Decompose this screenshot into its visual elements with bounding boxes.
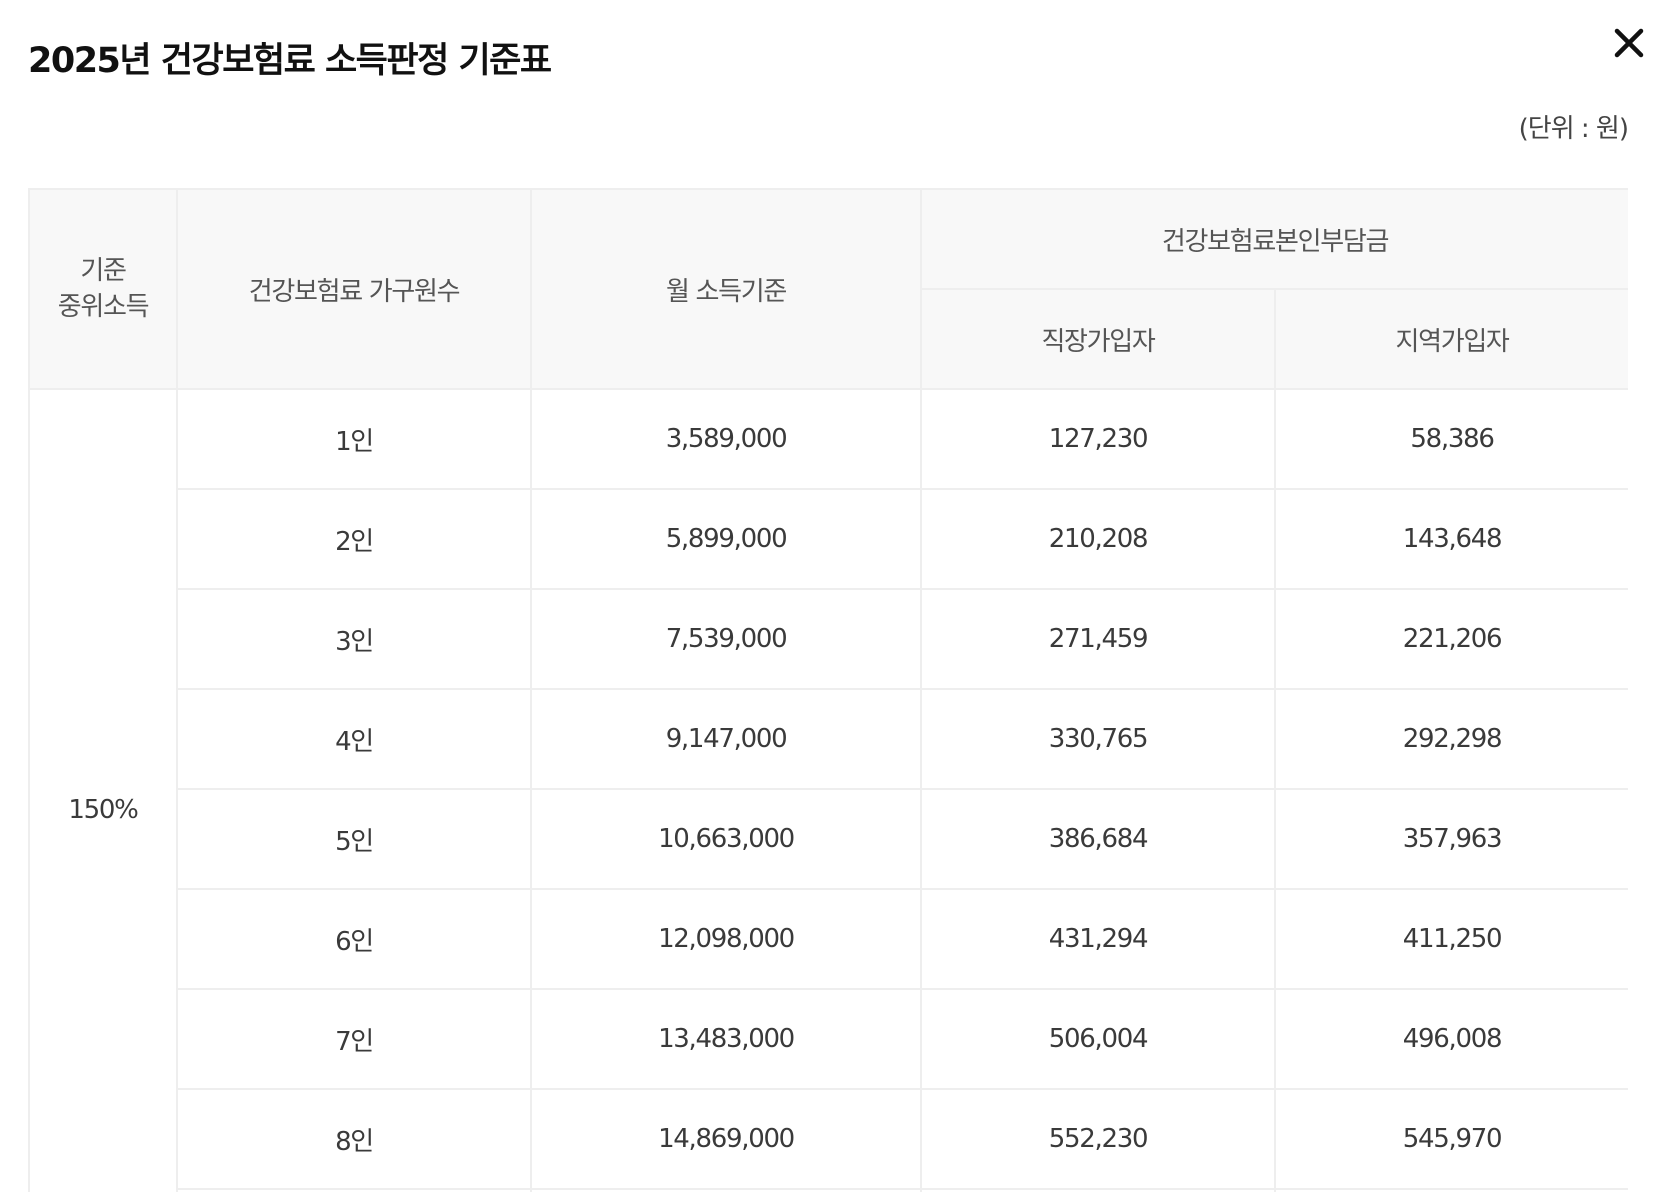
table-body: 150% 1인 3,589,000 127,230 58,386 2인 5,89… xyxy=(28,388,1628,1192)
employee-cell: 552,230 xyxy=(920,1088,1276,1190)
header-monthly-income: 월 소득기준 xyxy=(530,188,922,390)
household-cell: 2인 xyxy=(176,488,532,590)
table-row: 2인 5,899,000 210,208 143,648 xyxy=(29,488,1628,590)
household-cell: 1인 xyxy=(176,388,532,490)
household-cell: 4인 xyxy=(176,688,532,790)
income-cell: 14,869,000 xyxy=(530,1088,922,1190)
header-median-line2: 중위소득 xyxy=(57,292,150,322)
table-row: 7인 13,483,000 506,004 496,008 xyxy=(29,988,1628,1090)
header-household-size: 건강보험료 가구원수 xyxy=(176,188,532,390)
header-row: 기준 중위소득 건강보험료 가구원수 월 소득기준 건강보험료본인부담금 xyxy=(28,188,1628,390)
table-row: 5인 10,663,000 386,684 357,963 xyxy=(29,788,1628,890)
regional-cell: 143,648 xyxy=(1273,488,1628,590)
regional-cell: 545,970 xyxy=(1273,1088,1628,1190)
table-container: 기준 중위소득 건강보험료 가구원수 월 소득기준 건강보험료본인부담금 직장가… xyxy=(28,188,1628,1192)
employee-cell: 271,459 xyxy=(920,588,1276,690)
employee-cell: 127,230 xyxy=(920,388,1276,490)
table-row: 6인 12,098,000 431,294 411,250 xyxy=(29,888,1628,990)
household-cell: 5인 xyxy=(176,788,532,890)
table-row: 4인 9,147,000 330,765 292,298 xyxy=(29,688,1628,790)
table-row: 3인 7,539,000 271,459 221,206 xyxy=(29,588,1628,690)
income-cell: 12,098,000 xyxy=(530,888,922,990)
regional-cell: 496,008 xyxy=(1273,988,1628,1090)
household-cell: 8인 xyxy=(176,1088,532,1190)
table-header: 기준 중위소득 건강보험료 가구원수 월 소득기준 건강보험료본인부담금 직장가… xyxy=(28,188,1628,390)
regional-cell: 411,250 xyxy=(1273,888,1628,990)
income-cell: 13,483,000 xyxy=(530,988,922,1090)
header-regional-subscriber: 지역가입자 xyxy=(1273,288,1628,390)
regional-cell: 292,298 xyxy=(1273,688,1628,790)
household-cell: 7인 xyxy=(176,988,532,1090)
close-button[interactable] xyxy=(1606,20,1652,66)
unit-note: (단위 : 원) xyxy=(1518,114,1629,144)
header-median-income: 기준 중위소득 xyxy=(28,188,178,390)
employee-cell: 506,004 xyxy=(920,988,1276,1090)
employee-cell: 386,684 xyxy=(920,788,1276,890)
income-standard-modal: 2025년 건강보험료 소득판정 기준표 (단위 : 원) 기준 중위소득 건강… xyxy=(0,0,1668,1192)
income-cell: 7,539,000 xyxy=(530,588,922,690)
regional-cell: 357,963 xyxy=(1273,788,1628,890)
median-value-cell: 150% xyxy=(28,388,178,1192)
header-contribution-group: 건강보험료본인부담금 xyxy=(919,188,1628,290)
income-cell: 3,589,000 xyxy=(530,388,922,490)
table-row: 150% 1인 3,589,000 127,230 58,386 xyxy=(28,388,1628,1192)
income-cell: 10,663,000 xyxy=(530,788,922,890)
regional-cell: 58,386 xyxy=(1273,388,1628,490)
header-median-line1: 기준 xyxy=(80,256,127,286)
employee-cell: 210,208 xyxy=(920,488,1276,590)
regional-cell: 221,206 xyxy=(1273,588,1628,690)
income-standard-table: 기준 중위소득 건강보험료 가구원수 월 소득기준 건강보험료본인부담금 직장가… xyxy=(28,188,1628,1192)
header-employee-subscriber: 직장가입자 xyxy=(920,288,1276,390)
employee-cell: 330,765 xyxy=(920,688,1276,790)
income-cell: 9,147,000 xyxy=(530,688,922,790)
table-row: 8인 14,869,000 552,230 545,970 xyxy=(29,1088,1628,1190)
household-cell: 6인 xyxy=(176,888,532,990)
close-icon xyxy=(1614,28,1644,58)
income-cell: 5,899,000 xyxy=(530,488,922,590)
modal-title: 2025년 건강보험료 소득판정 기준표 xyxy=(28,41,552,81)
household-cell: 3인 xyxy=(176,588,532,690)
employee-cell: 431,294 xyxy=(920,888,1276,990)
